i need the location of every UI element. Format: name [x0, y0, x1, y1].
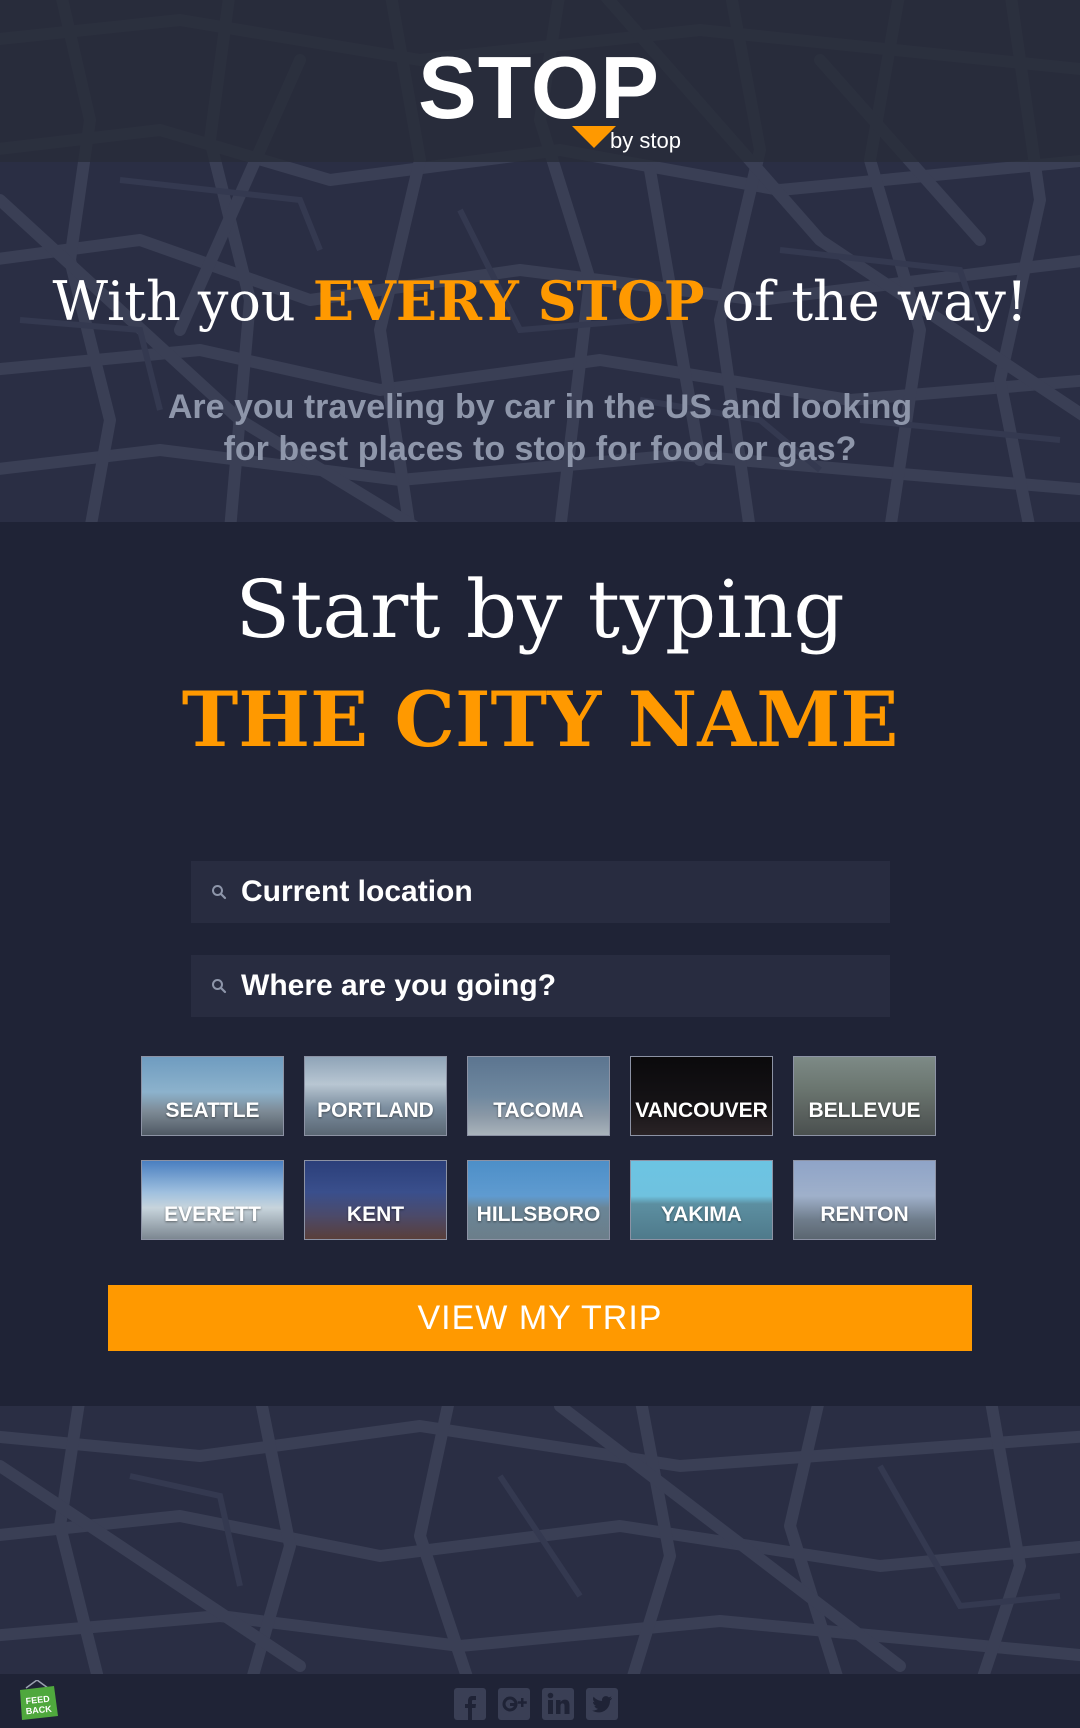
map-background-bottom — [0, 1406, 1080, 1674]
header: STOP by stop — [0, 0, 1080, 162]
to-field[interactable] — [191, 955, 890, 1017]
feedback-badge[interactable]: FEED BACK — [14, 1679, 60, 1722]
city-tile-hillsboro[interactable]: HILLSBORO — [467, 1160, 610, 1240]
linkedin-icon[interactable] — [542, 1688, 574, 1720]
city-label: HILLSBORO — [476, 1203, 601, 1226]
city-label: VANCOUVER — [635, 1099, 768, 1122]
destination-input[interactable] — [241, 969, 890, 1003]
current-location-input[interactable] — [241, 875, 890, 909]
city-tile-seattle[interactable]: SEATTLE — [141, 1056, 284, 1136]
city-label: SEATTLE — [165, 1099, 260, 1122]
prompt-line-1: Start by typing — [235, 563, 845, 656]
city-label: RENTON — [820, 1203, 909, 1226]
city-tile-yakima[interactable]: YAKIMA — [630, 1160, 773, 1240]
hero-tagline: With you EVERY STOP of the way! — [0, 268, 1080, 335]
from-field[interactable] — [191, 861, 890, 923]
search-icon — [212, 979, 227, 994]
search-icon — [212, 885, 227, 900]
tagline-accent: EVERY STOP — [312, 269, 705, 333]
logo-subtitle: by stop — [610, 128, 681, 153]
city-tile-kent[interactable]: KENT — [304, 1160, 447, 1240]
tagline-prefix: With you — [52, 270, 296, 333]
view-my-trip-button[interactable]: VIEW MY TRIP — [108, 1285, 972, 1351]
city-label: TACOMA — [493, 1099, 584, 1122]
city-label: KENT — [346, 1203, 405, 1226]
city-label: YAKIMA — [661, 1203, 742, 1226]
tagline-suffix: of the way! — [721, 270, 1028, 333]
city-label: EVERETT — [164, 1203, 261, 1226]
city-label: BELLEVUE — [808, 1099, 921, 1122]
city-tile-everett[interactable]: EVERETT — [141, 1160, 284, 1240]
logo[interactable]: STOP by stop — [418, 44, 698, 158]
social-links — [454, 1688, 618, 1720]
city-tile-tacoma[interactable]: TACOMA — [467, 1056, 610, 1136]
city-tile-vancouver[interactable]: VANCOUVER — [630, 1056, 773, 1136]
twitter-icon[interactable] — [586, 1688, 618, 1720]
city-tile-portland[interactable]: PORTLAND — [304, 1056, 447, 1136]
city-tile-renton[interactable]: RENTON — [793, 1160, 936, 1240]
prompt-line-2: THE CITY NAME — [181, 675, 899, 764]
city-tile-bellevue[interactable]: BELLEVUE — [793, 1056, 936, 1136]
hero-intro: Are you traveling by car in the US and l… — [167, 388, 913, 468]
city-label: PORTLAND — [317, 1099, 434, 1122]
facebook-icon[interactable] — [454, 1688, 486, 1720]
google-plus-icon[interactable] — [498, 1688, 530, 1720]
